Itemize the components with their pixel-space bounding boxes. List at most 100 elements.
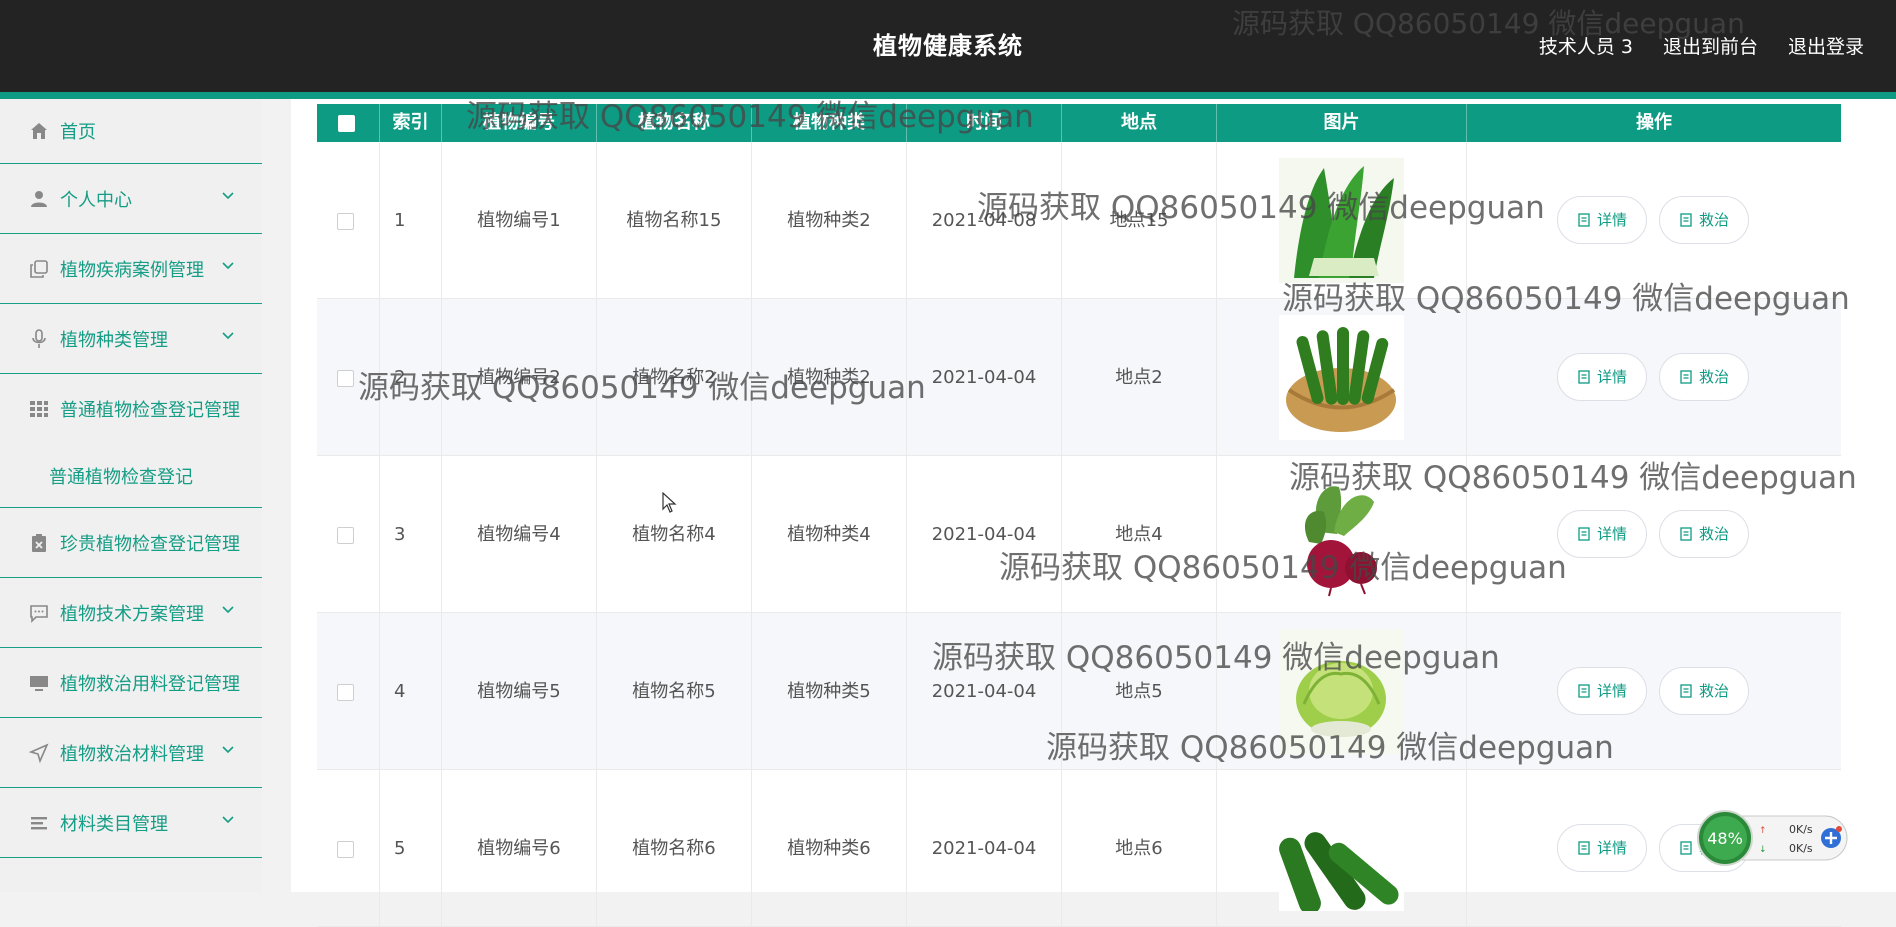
sidebar-item-personal-center[interactable]: 个人中心 xyxy=(0,164,262,234)
grid-icon xyxy=(29,399,49,419)
beet-photo xyxy=(1279,472,1404,597)
sidebar-item-tech-plan[interactable]: 植物技术方案管理 xyxy=(0,578,262,648)
plant-type: 植物种类2 xyxy=(752,142,907,299)
cucumbers-photo xyxy=(1279,786,1404,911)
upload-speed: 0K/s xyxy=(1789,823,1813,836)
sidebar-item-rescue-supplies[interactable]: 植物救治用料登记管理 xyxy=(0,648,262,718)
detail-button[interactable]: 详情 xyxy=(1557,667,1647,715)
detail-button[interactable]: 详情 xyxy=(1557,196,1647,244)
treat-button[interactable]: 救治 xyxy=(1659,353,1749,401)
sidebar-item-home[interactable]: 首页 xyxy=(0,99,262,164)
check-date: 2021-04-04 xyxy=(907,456,1062,613)
sidebar-item-plant-types[interactable]: 植物种类管理 xyxy=(0,304,262,374)
column-header: 操作 xyxy=(1636,112,1672,133)
leafy-greens-photo xyxy=(1279,158,1404,283)
sidebar-subitem-normal-check[interactable]: 普通植物检查登记 xyxy=(0,444,262,508)
row-index: 1 xyxy=(380,142,442,299)
sidebar-item-label: 个人中心 xyxy=(60,189,132,211)
document-icon xyxy=(1578,841,1590,855)
check-date: 2021-04-04 xyxy=(907,613,1062,770)
select-all-checkbox[interactable] xyxy=(338,115,355,132)
table-row: 5 植物编号6 植物名称6 植物种类6 2021-04-04 地点6 详情 救治 xyxy=(317,770,1841,927)
check-date: 2021-04-08 xyxy=(907,142,1062,299)
detail-label: 详情 xyxy=(1596,838,1627,857)
plant-type: 植物种类6 xyxy=(752,770,907,927)
plant-code: 植物编号1 xyxy=(442,142,597,299)
row-index: 2 xyxy=(380,299,442,456)
table-row: 1 植物编号1 植物名称15 植物种类2 2021-04-08 地点15 详情 … xyxy=(317,142,1841,299)
treat-button[interactable]: 救治 xyxy=(1659,196,1749,244)
document-icon xyxy=(1680,841,1692,855)
plant-name: 植物名称4 xyxy=(597,456,752,613)
detail-button[interactable]: 详情 xyxy=(1557,510,1647,558)
detail-label: 详情 xyxy=(1596,524,1627,543)
sidebar-item-rare-check-mgmt[interactable]: 珍贵植物检查登记管理 xyxy=(0,508,262,578)
document-icon xyxy=(1680,213,1692,227)
detail-button[interactable]: 详情 xyxy=(1557,824,1647,872)
plant-code: 植物编号6 xyxy=(442,770,597,927)
plant-type: 植物种类2 xyxy=(752,299,907,456)
row-checkbox[interactable] xyxy=(337,370,354,387)
top-bar-accent xyxy=(0,92,1896,99)
clipboard-icon xyxy=(29,533,49,553)
treat-button[interactable]: 救治 xyxy=(1659,667,1749,715)
lettuce-photo xyxy=(1279,629,1404,754)
sidebar-item-label: 植物种类管理 xyxy=(60,329,168,351)
plant-name: 植物名称5 xyxy=(597,613,752,770)
chevron-down-icon xyxy=(222,816,234,824)
plant-type: 植物种类4 xyxy=(752,456,907,613)
monitor-icon xyxy=(29,673,49,693)
back-to-frontend-link[interactable]: 退出到前台 xyxy=(1663,32,1758,59)
cucumber-basket-photo xyxy=(1279,315,1404,440)
network-speed-widget[interactable]: 48% ↑ ↓ 0K/s 0K/s xyxy=(1697,810,1849,866)
sidebar-item-rescue-materials[interactable]: 植物救治材料管理 xyxy=(0,718,262,788)
sidebar: 首页 个人中心 植物疾病案例管理 植物种类管理 普通植物检查登记管理 普通植物检… xyxy=(0,99,262,892)
sidebar-item-label: 植物救治材料管理 xyxy=(60,743,204,765)
document-icon xyxy=(1578,527,1590,541)
column-header: 植物名称 xyxy=(597,104,752,142)
row-checkbox[interactable] xyxy=(337,684,354,701)
download-speed: 0K/s xyxy=(1789,842,1813,855)
sidebar-item-label: 普通植物检查登记 xyxy=(49,466,193,488)
sidebar-item-label: 植物救治用料登记管理 xyxy=(60,673,240,695)
location: 地点2 xyxy=(1062,299,1217,456)
microphone-icon xyxy=(29,328,49,349)
user-icon xyxy=(29,189,49,209)
treat-button[interactable]: 救治 xyxy=(1659,510,1749,558)
row-index: 4 xyxy=(380,613,442,770)
sidebar-item-normal-check-mgmt[interactable]: 普通植物检查登记管理 xyxy=(0,374,262,444)
treat-label: 救治 xyxy=(1698,210,1729,229)
home-icon xyxy=(29,121,49,141)
treat-label: 救治 xyxy=(1698,681,1729,700)
row-checkbox[interactable] xyxy=(337,841,354,858)
plant-code: 植物编号2 xyxy=(442,299,597,456)
mouse-cursor-icon xyxy=(662,492,677,513)
chevron-down-icon xyxy=(222,746,234,754)
top-bar: 植物健康系统 技术人员 3 退出到前台 退出登录 xyxy=(0,0,1896,92)
location: 地点5 xyxy=(1062,613,1217,770)
sidebar-item-disease-cases[interactable]: 植物疾病案例管理 xyxy=(0,234,262,304)
detail-label: 详情 xyxy=(1596,681,1627,700)
sidebar-item-label: 珍贵植物检查登记管理 xyxy=(60,533,240,555)
detail-button[interactable]: 详情 xyxy=(1557,353,1647,401)
check-date: 2021-04-04 xyxy=(907,299,1062,456)
net-percent: 48% xyxy=(1707,829,1743,848)
sidebar-item-material-category[interactable]: 材料类目管理 xyxy=(0,788,262,858)
plant-name: 植物名称6 xyxy=(597,770,752,927)
chevron-down-icon xyxy=(222,262,234,270)
location: 地点4 xyxy=(1062,456,1217,613)
plant-type: 植物种类5 xyxy=(752,613,907,770)
column-header: 地点 xyxy=(1062,104,1217,142)
select-all-column xyxy=(317,104,380,142)
copy-icon xyxy=(29,259,49,279)
top-links: 技术人员 3 退出到前台 退出登录 xyxy=(1539,32,1864,59)
chevron-down-icon xyxy=(222,192,234,200)
table-row: 4 植物编号5 植物名称5 植物种类5 2021-04-04 地点5 详情 救治 xyxy=(317,613,1841,770)
svg-text:↑: ↑ xyxy=(1759,826,1767,836)
treat-label: 救治 xyxy=(1698,367,1729,386)
user-role-link[interactable]: 技术人员 3 xyxy=(1539,32,1633,59)
logout-link[interactable]: 退出登录 xyxy=(1788,32,1864,59)
send-icon xyxy=(29,742,49,763)
row-checkbox[interactable] xyxy=(337,213,354,230)
row-checkbox[interactable] xyxy=(337,527,354,544)
